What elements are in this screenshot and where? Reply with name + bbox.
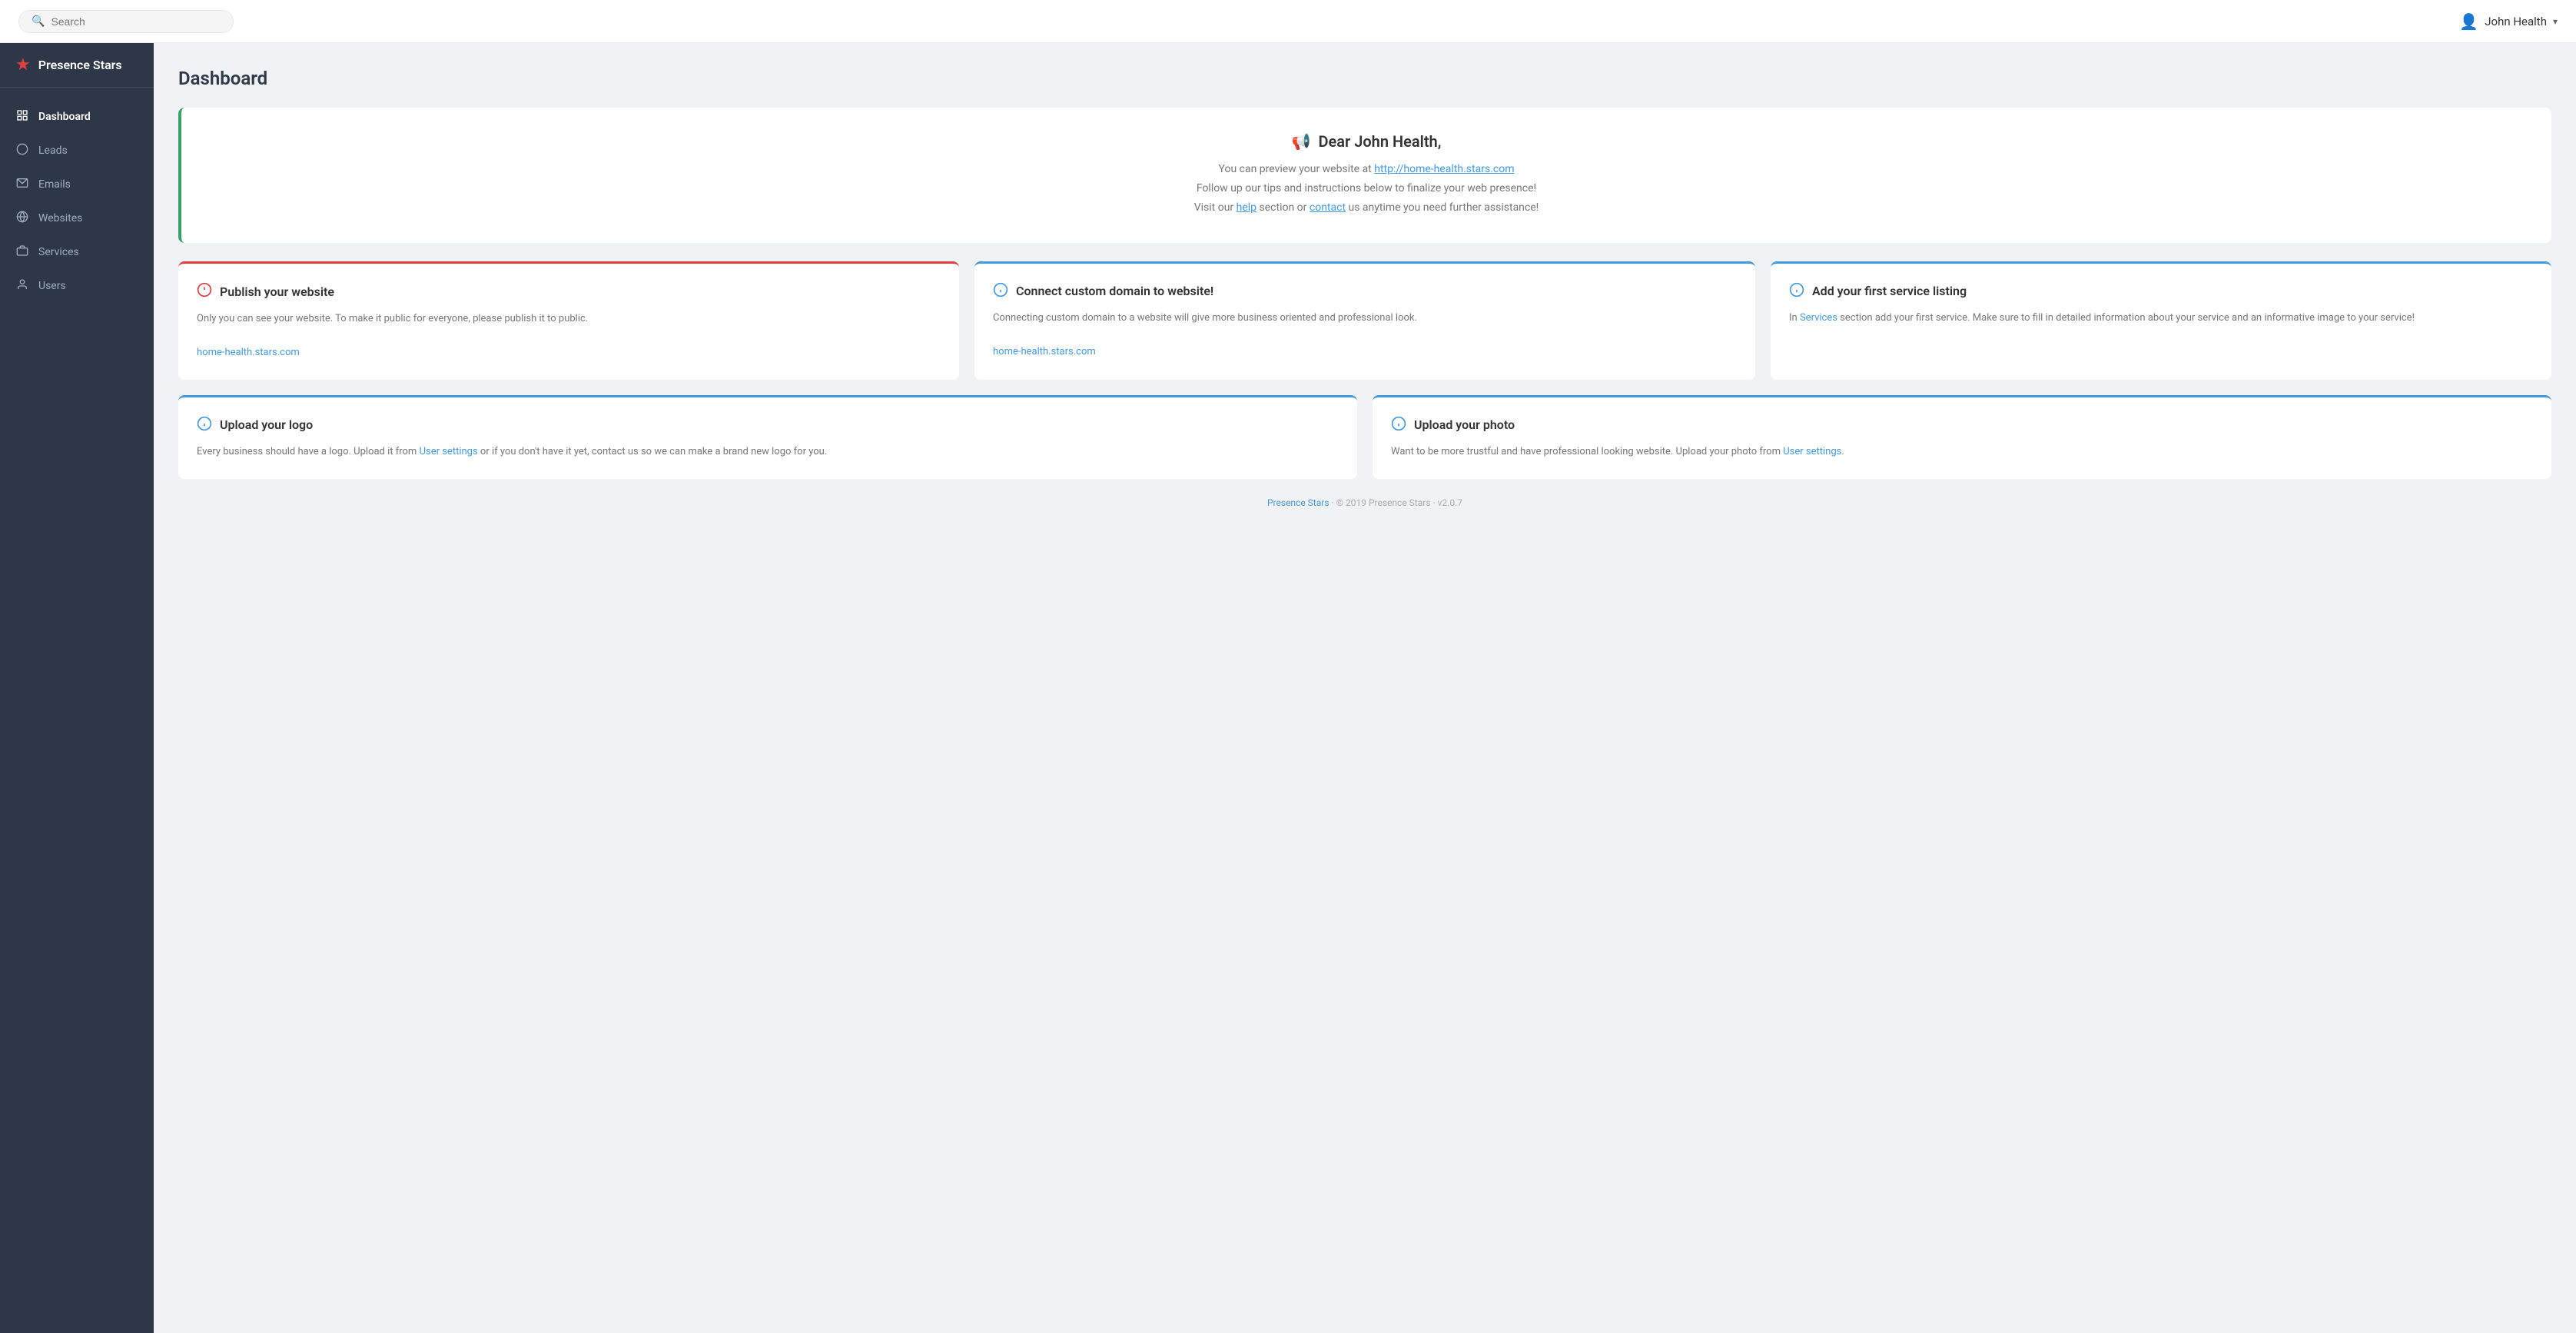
card-photo-title: Upload your photo (1414, 417, 1515, 432)
card-publish-body: Only you can see your website. To make i… (197, 311, 941, 361)
info-icon-3 (197, 416, 212, 434)
main-content: Dashboard 📢 Dear John Health, You can pr… (154, 43, 2576, 1333)
card-photo: Upload your photo Want to be more trustf… (1373, 395, 2551, 479)
welcome-title: 📢 Dear John Health, (206, 132, 2527, 151)
user-settings-link-2[interactable]: User settings. (1783, 446, 1844, 457)
error-icon (197, 282, 212, 301)
sidebar-item-leads[interactable]: Leads (0, 134, 154, 168)
sidebar-item-label: Emails (38, 178, 71, 191)
user-icon (15, 278, 29, 294)
footer-copyright: © 2019 Presence Stars (1336, 497, 1431, 508)
sidebar-item-label: Websites (38, 212, 82, 224)
card-domain-header: Connect custom domain to website! (993, 282, 1737, 301)
card-logo-body: Every business should have a logo. Uploa… (197, 444, 1339, 460)
card-publish-header: Publish your website (197, 282, 941, 301)
card-logo: Upload your logo Every business should h… (178, 395, 1357, 479)
search-box[interactable]: 🔍 (18, 10, 234, 33)
info-icon-4 (1391, 416, 1406, 434)
user-menu[interactable]: 👤 John Health ▾ (2459, 12, 2558, 31)
welcome-body: You can preview your website at http://h… (206, 160, 2527, 218)
sidebar: ★ Presence Stars Dashboard L (0, 43, 154, 1333)
publish-website-link[interactable]: home-health.stars.com (197, 347, 300, 358)
grid-icon (15, 109, 29, 125)
briefcase-icon (15, 244, 29, 260)
welcome-line2: Follow up our tips and instructions belo… (1197, 182, 1536, 194)
welcome-line3a: Visit our (1194, 201, 1237, 214)
card-publish-title: Publish your website (220, 284, 334, 299)
card-publish: Publish your website Only you can see yo… (178, 261, 959, 380)
megaphone-icon: 📢 (1292, 132, 1311, 151)
leads-icon (15, 143, 29, 158)
help-link[interactable]: help (1237, 201, 1256, 214)
sidebar-nav: Dashboard Leads Emails (0, 88, 154, 315)
info-icon (993, 282, 1008, 301)
footer-brand-link[interactable]: Presence Stars (1267, 497, 1329, 508)
welcome-banner: 📢 Dear John Health, You can preview your… (178, 108, 2551, 243)
sidebar-item-label: Services (38, 246, 79, 258)
card-domain: Connect custom domain to website! Connec… (974, 261, 1755, 380)
globe-icon (15, 211, 29, 226)
services-link[interactable]: Services (1800, 312, 1837, 324)
sidebar-item-dashboard[interactable]: Dashboard (0, 100, 154, 134)
domain-website-link[interactable]: home-health.stars.com (993, 346, 1096, 357)
sidebar-item-services[interactable]: Services (0, 235, 154, 269)
card-service-body: In Services section add your first servi… (1789, 310, 2533, 327)
website-link[interactable]: http://home-health.stars.com (1374, 163, 1514, 175)
card-photo-header: Upload your photo (1391, 416, 2533, 434)
footer-version: v2.0.7 (1438, 497, 1462, 508)
user-icon: 👤 (2459, 12, 2478, 31)
card-service-header: Add your first service listing (1789, 282, 2533, 301)
brand-star-icon: ★ (15, 55, 31, 75)
sidebar-item-emails[interactable]: Emails (0, 168, 154, 201)
sidebar-item-users[interactable]: Users (0, 269, 154, 303)
header: 🔍 👤 John Health ▾ (0, 0, 2576, 43)
sidebar-item-websites[interactable]: Websites (0, 201, 154, 235)
card-service-title: Add your first service listing (1812, 284, 1967, 298)
search-input[interactable] (51, 15, 221, 28)
card-logo-header: Upload your logo (197, 416, 1339, 434)
welcome-line3c: us anytime you need further assistance! (1346, 201, 1539, 214)
card-service: Add your first service listing In Servic… (1771, 261, 2551, 380)
user-settings-link-1[interactable]: User settings (420, 446, 478, 457)
layout: ★ Presence Stars Dashboard L (0, 43, 2576, 1333)
user-name: John Health (2485, 15, 2547, 28)
contact-link[interactable]: contact (1310, 201, 1346, 214)
welcome-title-text: Dear John Health, (1319, 132, 1442, 151)
mail-icon (15, 177, 29, 192)
brand-name: Presence Stars (38, 58, 122, 72)
sidebar-item-label: Users (38, 280, 66, 292)
sidebar-brand: ★ Presence Stars (0, 43, 154, 88)
footer: Presence Stars · © 2019 Presence Stars ·… (178, 479, 2551, 527)
card-domain-body: Connecting custom domain to a website wi… (993, 310, 1737, 361)
info-icon-2 (1789, 282, 1804, 301)
cards-row-2: Upload your logo Every business should h… (178, 395, 2551, 479)
welcome-line3b: section or (1256, 201, 1310, 214)
cards-row-1: Publish your website Only you can see yo… (178, 261, 2551, 380)
card-domain-title: Connect custom domain to website! (1016, 284, 1213, 298)
header-left: 🔍 (18, 10, 234, 33)
sidebar-item-label: Dashboard (38, 111, 91, 123)
chevron-down-icon: ▾ (2553, 16, 2558, 27)
sidebar-item-label: Leads (38, 145, 68, 157)
card-photo-body: Want to be more trustful and have profes… (1391, 444, 2533, 460)
page-title: Dashboard (178, 68, 2551, 89)
card-logo-title: Upload your logo (220, 417, 313, 432)
welcome-line1: You can preview your website at (1219, 163, 1375, 175)
search-icon: 🔍 (32, 15, 45, 28)
